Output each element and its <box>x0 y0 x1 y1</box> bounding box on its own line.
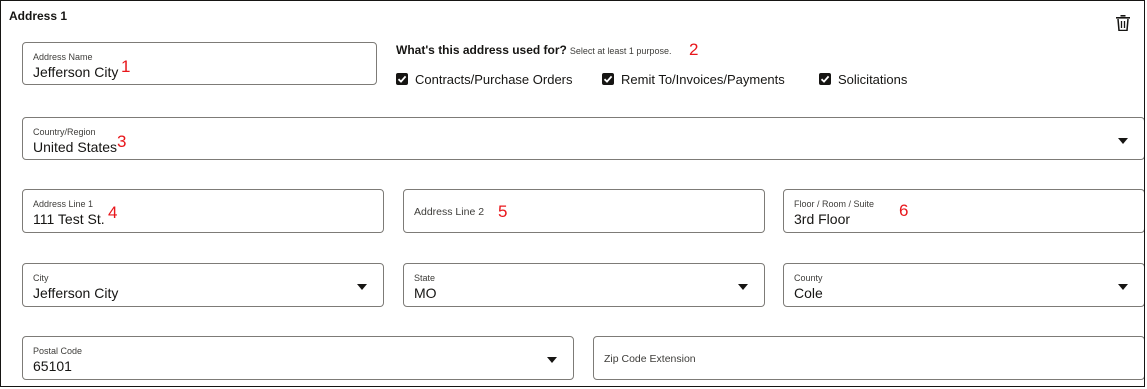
county-label: County <box>794 273 823 283</box>
city-value: Jefferson City <box>33 285 119 301</box>
address-line-1-label: Address Line 1 <box>33 199 94 209</box>
country-region-label: Country/Region <box>33 127 96 137</box>
address-line-2-placeholder: Address Line 2 <box>414 206 485 218</box>
checkbox-remit-to[interactable] <box>602 73 614 85</box>
floor-room-suite-field[interactable]: Floor / Room / Suite 3rd Floor <box>783 189 1144 233</box>
section-title: Address 1 <box>9 9 68 23</box>
chevron-down-icon <box>1118 284 1128 290</box>
state-select[interactable]: State MO <box>403 263 765 307</box>
annotation-marker-2: 2 <box>689 40 699 59</box>
annotation-marker-4: 4 <box>108 203 118 222</box>
annotation-marker-6: 6 <box>899 201 909 220</box>
floor-room-suite-value: 3rd Floor <box>794 211 851 227</box>
state-value: MO <box>414 285 437 301</box>
postal-code-label: Postal Code <box>33 346 83 356</box>
address-name-field[interactable]: Address Name Jefferson City <box>22 42 377 85</box>
address-line-2-field[interactable]: Address Line 2 <box>403 189 765 233</box>
zip-code-extension-field[interactable]: Zip Code Extension <box>593 336 1144 380</box>
city-select[interactable]: City Jefferson City <box>22 263 384 307</box>
purpose-question-text: What's this address used for? <box>396 43 567 57</box>
city-label: City <box>33 273 49 283</box>
floor-room-suite-label: Floor / Room / Suite <box>794 199 875 209</box>
county-select[interactable]: County Cole <box>783 263 1144 307</box>
county-value: Cole <box>794 285 823 301</box>
chevron-down-icon <box>738 284 748 290</box>
country-region-value: United States <box>33 139 118 155</box>
postal-code-select[interactable]: Postal Code 65101 <box>22 336 574 380</box>
chevron-down-icon <box>357 284 367 290</box>
checkbox-remit-to-label: Remit To/Invoices/Payments <box>621 72 785 87</box>
purpose-question: What's this address used for? Select at l… <box>396 43 671 57</box>
postal-code-value: 65101 <box>33 358 72 374</box>
purpose-hint: Select at least 1 purpose. <box>569 46 672 56</box>
checkbox-solicitations[interactable] <box>819 73 831 85</box>
check-icon <box>603 75 613 83</box>
checkbox-contracts-label: Contracts/Purchase Orders <box>415 72 573 87</box>
checkbox-contracts[interactable] <box>396 73 408 85</box>
check-icon <box>397 75 407 83</box>
address-name-label: Address Name <box>33 52 93 62</box>
address-line-1-value: 111 Test St. <box>33 211 105 227</box>
address-name-value: Jefferson City <box>33 64 119 80</box>
annotation-marker-1: 1 <box>121 57 131 76</box>
country-region-select[interactable]: Country/Region United States <box>22 117 1144 160</box>
chevron-down-icon <box>1118 138 1128 144</box>
address-card: Address 1 Address Name Jefferson City 1 … <box>0 0 1145 387</box>
checkbox-solicitations-label: Solicitations <box>838 72 908 87</box>
chevron-down-icon <box>547 357 557 363</box>
trash-icon[interactable] <box>1116 15 1130 32</box>
state-label: State <box>414 273 436 283</box>
annotation-marker-3: 3 <box>117 132 127 151</box>
annotation-marker-5: 5 <box>498 202 508 221</box>
zip-code-extension-placeholder: Zip Code Extension <box>604 353 696 365</box>
address-line-1-field[interactable]: Address Line 1 111 Test St. <box>22 189 384 233</box>
check-icon <box>820 75 830 83</box>
